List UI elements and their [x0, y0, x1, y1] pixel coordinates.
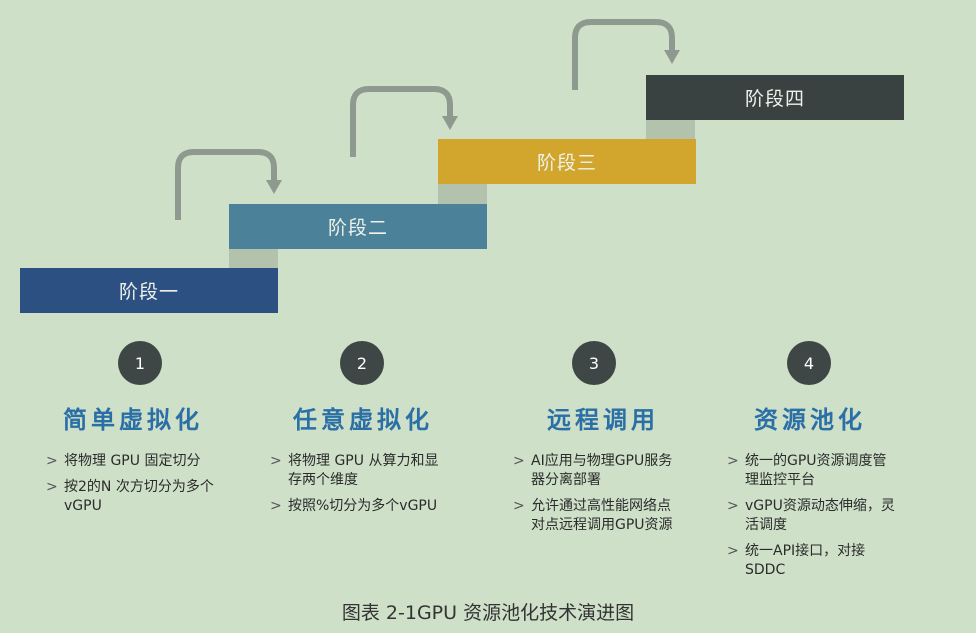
column-bullets: > 统一的GPU资源调度管理监控平台 > vGPU资源动态伸缩，灵活调度 > 统一AP… [727, 452, 897, 587]
arrow-icon [572, 19, 675, 90]
list-item: > AI应用与物理GPU服务器分离部署 [513, 453, 673, 488]
step-number-badge: 2 [340, 341, 384, 385]
diagram-canvas: 阶段一 阶段二 阶段三 阶段四 1 2 3 4 简单虚拟化 任意虚拟化 远程调用… [0, 0, 976, 633]
list-item: > 将物理 GPU 固定切分 [46, 453, 201, 469]
arrow-head-icon [442, 116, 458, 130]
list-item: > 允许通过高性能网络点对点远程调用GPU资源 [513, 498, 673, 533]
column-title: 任意虚拟化 [293, 406, 433, 434]
step-number-badge: 1 [118, 341, 162, 385]
list-item: > 按2的N 次方切分为多个vGPU [46, 479, 214, 514]
column-bullets: > 将物理 GPU 从算力和显存两个维度 > 按照%切分为多个vGPU [270, 452, 450, 523]
list-item: > 将物理 GPU 从算力和显存两个维度 [270, 453, 439, 488]
column-bullets: > AI应用与物理GPU服务器分离部署 > 允许通过高性能网络点对点远程调用GPU资… [513, 452, 681, 542]
arrow-head-icon [664, 50, 680, 64]
column-bullets: > 将物理 GPU 固定切分 > 按2的N 次方切分为多个vGPU [46, 452, 226, 523]
arrow-head-icon [266, 180, 282, 194]
arrow-icon [175, 149, 277, 220]
list-item: > 按照%切分为多个vGPU [270, 498, 438, 514]
list-item: > 统一的GPU资源调度管理监控平台 [727, 453, 887, 488]
arrow-icon [350, 86, 453, 157]
column-title: 简单虚拟化 [63, 406, 203, 434]
step-number-badge: 3 [572, 341, 616, 385]
column-title: 远程调用 [547, 406, 659, 434]
list-item: > vGPU资源动态伸缩，灵活调度 [727, 498, 895, 533]
list-item: > 统一API接口，对接SDDC [727, 543, 866, 578]
step-number-badge: 4 [787, 341, 831, 385]
figure-caption: 图表 2-1GPU 资源池化技术演进图 [341, 602, 635, 624]
column-title: 资源池化 [754, 406, 866, 434]
